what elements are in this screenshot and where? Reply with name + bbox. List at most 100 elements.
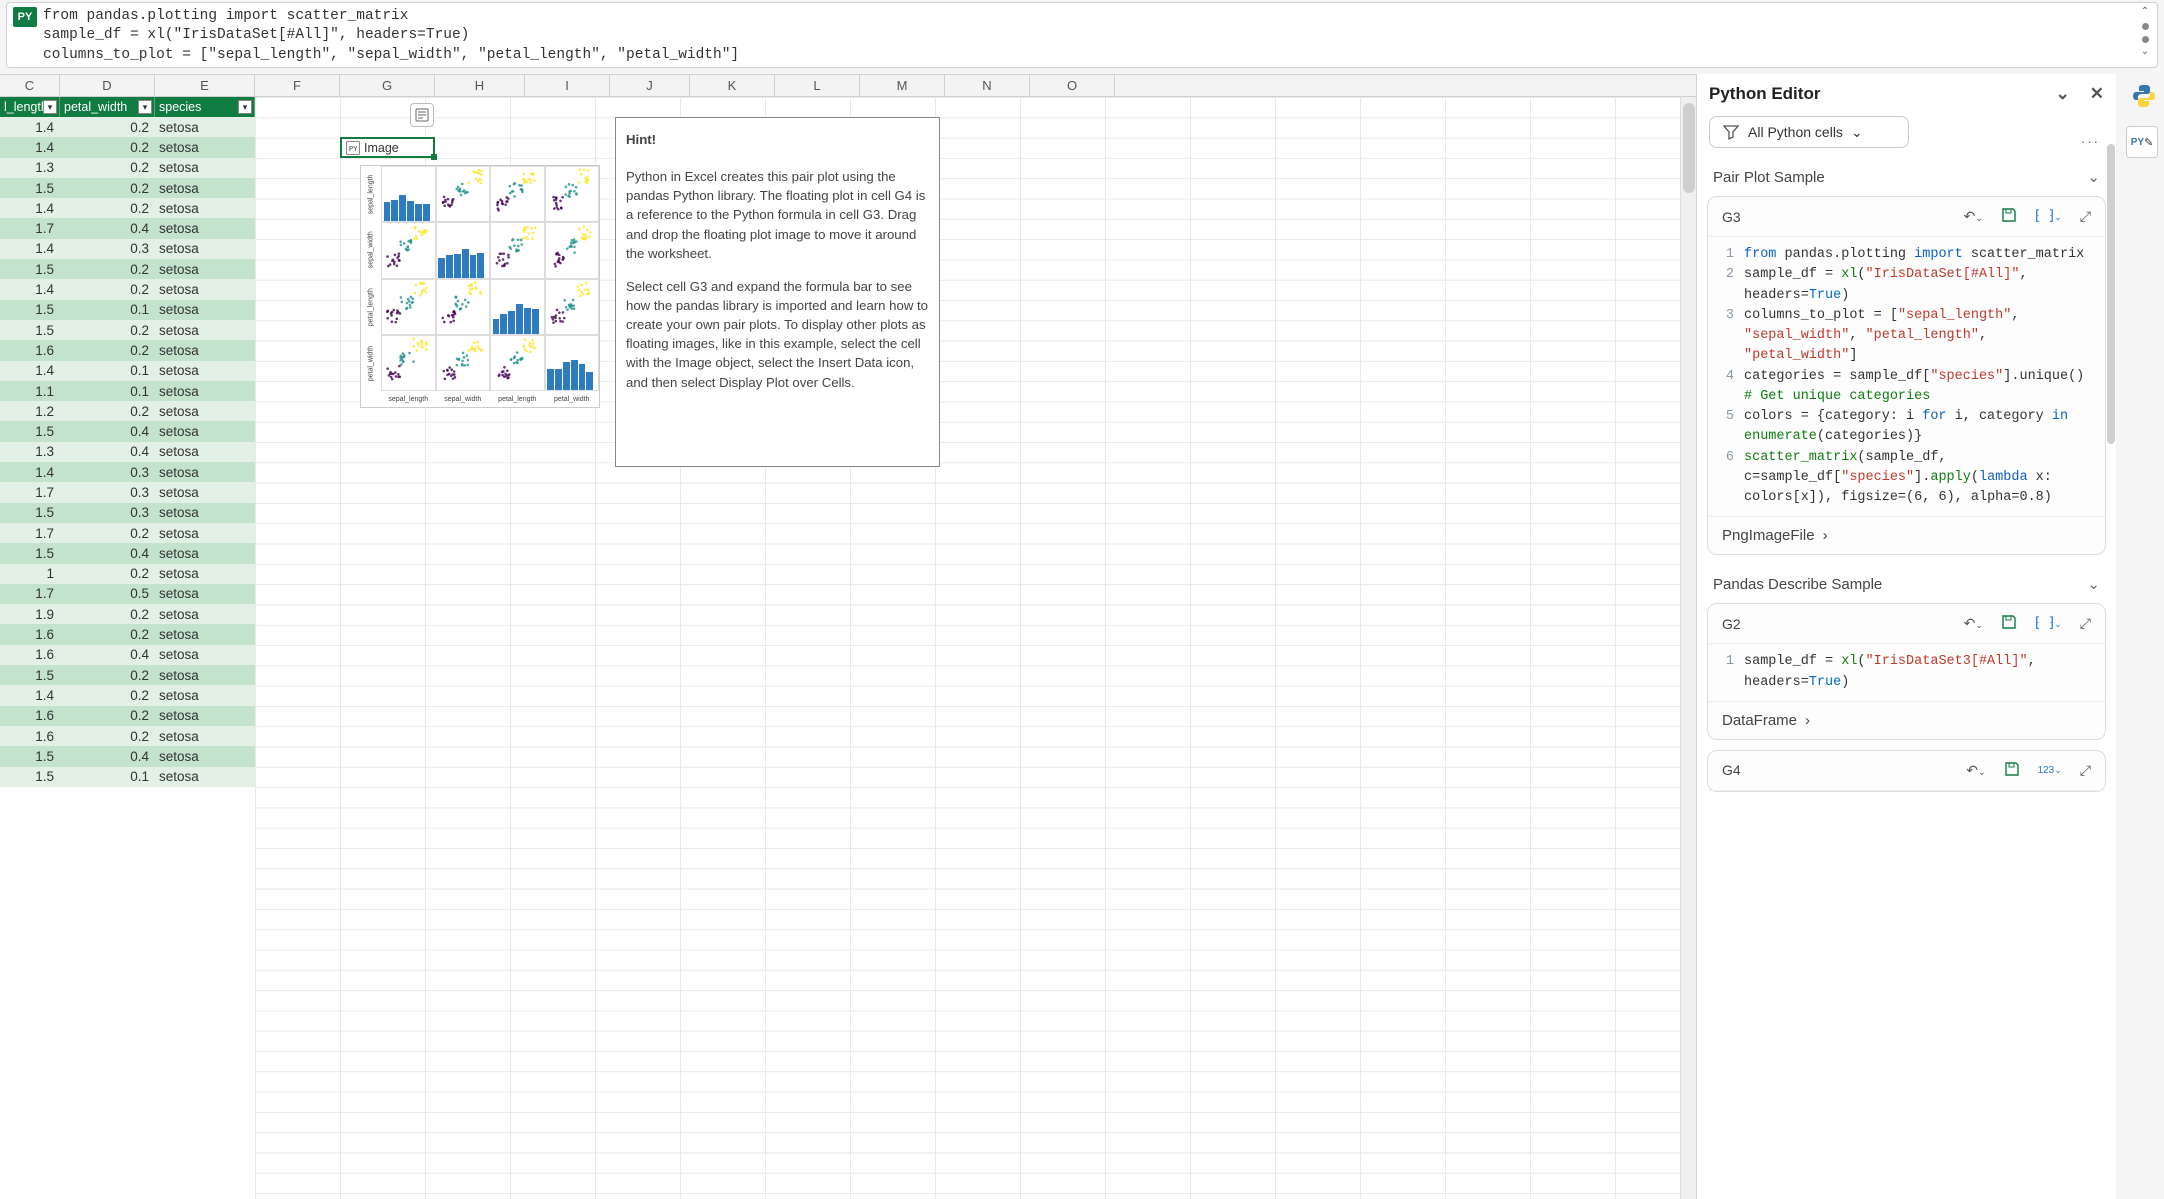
- cell-petal-length[interactable]: 1.3: [0, 158, 60, 178]
- cell-species[interactable]: setosa: [155, 604, 255, 624]
- cell-petal-width[interactable]: 0.2: [60, 624, 155, 644]
- cell-petal-width[interactable]: 0.2: [60, 604, 155, 624]
- cell-species[interactable]: setosa: [155, 767, 255, 787]
- table-row[interactable]: 1.20.2setosa: [0, 401, 255, 421]
- cell-petal-width[interactable]: 0.2: [60, 564, 155, 584]
- cell-petal-length[interactable]: 1.7: [0, 482, 60, 502]
- cell-petal-length[interactable]: 1.7: [0, 584, 60, 604]
- cell-species[interactable]: setosa: [155, 564, 255, 584]
- cell-species[interactable]: setosa: [155, 117, 255, 137]
- cell-species[interactable]: setosa: [155, 421, 255, 441]
- cell-petal-width[interactable]: 0.1: [60, 767, 155, 787]
- cell-petal-width[interactable]: 0.2: [60, 523, 155, 543]
- panel-close-icon[interactable]: ✕: [2090, 84, 2104, 104]
- undo-icon[interactable]: ↶⌄: [1966, 762, 1985, 779]
- worksheet[interactable]: CDEFGHIJKLMNO l_length▾ petal_width▾ spe…: [0, 74, 1696, 1199]
- panel-collapse-icon[interactable]: ⌄: [2056, 84, 2070, 104]
- cell-petal-width[interactable]: 0.1: [60, 361, 155, 381]
- col-head-k[interactable]: K: [690, 75, 775, 96]
- cell-petal-length[interactable]: 1.7: [0, 523, 60, 543]
- cell-petal-length[interactable]: 1.2: [0, 401, 60, 421]
- cell-species[interactable]: setosa: [155, 340, 255, 360]
- table-row[interactable]: 1.50.4setosa: [0, 746, 255, 766]
- cell-species[interactable]: setosa: [155, 685, 255, 705]
- table-row[interactable]: 1.40.2setosa: [0, 685, 255, 705]
- filter-caret-icon[interactable]: ▾: [138, 100, 152, 114]
- table-row[interactable]: 1.40.1setosa: [0, 361, 255, 381]
- output-type-icon[interactable]: ⁅ ⁆⌄: [2035, 208, 2062, 225]
- cell-petal-width[interactable]: 0.4: [60, 442, 155, 462]
- card-result-type[interactable]: DataFrame ›: [1708, 701, 2105, 739]
- cell-petal-width[interactable]: 0.2: [60, 178, 155, 198]
- cell-species[interactable]: setosa: [155, 746, 255, 766]
- table-row[interactable]: 1.40.3setosa: [0, 239, 255, 259]
- cell-species[interactable]: setosa: [155, 137, 255, 157]
- cell-petal-width[interactable]: 0.2: [60, 320, 155, 340]
- cell-species[interactable]: setosa: [155, 726, 255, 746]
- save-icon[interactable]: [2001, 614, 2017, 633]
- cell-species[interactable]: setosa: [155, 462, 255, 482]
- cell-petal-length[interactable]: 1.4: [0, 279, 60, 299]
- cell-petal-length[interactable]: 1.5: [0, 503, 60, 523]
- cell-petal-length[interactable]: 1.5: [0, 320, 60, 340]
- cell-species[interactable]: setosa: [155, 665, 255, 685]
- table-row[interactable]: 1.60.4setosa: [0, 645, 255, 665]
- cell-petal-length[interactable]: 1.5: [0, 746, 60, 766]
- col-head-d[interactable]: D: [60, 75, 155, 96]
- cell-species[interactable]: setosa: [155, 442, 255, 462]
- output-type-icon[interactable]: ⁅ ⁆⌄: [2035, 615, 2062, 632]
- cell-petal-length[interactable]: 1.5: [0, 543, 60, 563]
- table-row[interactable]: 1.60.2setosa: [0, 624, 255, 644]
- cell-species[interactable]: setosa: [155, 381, 255, 401]
- expand-icon[interactable]: ⤢: [2080, 762, 2091, 779]
- filter-caret-icon[interactable]: ▾: [43, 100, 57, 114]
- col-header-species[interactable]: species▾: [155, 97, 255, 117]
- vertical-scrollbar[interactable]: [1680, 97, 1696, 1199]
- formula-collapse-up-icon[interactable]: ⌃: [2137, 7, 2153, 19]
- col-head-o[interactable]: O: [1030, 75, 1115, 96]
- filter-dropdown[interactable]: All Python cells ⌄: [1709, 116, 1909, 148]
- save-icon[interactable]: [2001, 207, 2017, 226]
- table-row[interactable]: 1.40.2setosa: [0, 117, 255, 137]
- table-row[interactable]: 1.40.2setosa: [0, 279, 255, 299]
- cell-petal-width[interactable]: 0.1: [60, 381, 155, 401]
- panel-more-icon[interactable]: ···: [2081, 134, 2100, 149]
- cell-petal-width[interactable]: 0.2: [60, 685, 155, 705]
- section-pair-plot[interactable]: Pair Plot Sample ⌄: [1697, 158, 2116, 196]
- cell-species[interactable]: setosa: [155, 178, 255, 198]
- cell-species[interactable]: setosa: [155, 361, 255, 381]
- cell-petal-width[interactable]: 0.3: [60, 462, 155, 482]
- cell-species[interactable]: setosa: [155, 543, 255, 563]
- python-logo-icon[interactable]: [2130, 82, 2158, 110]
- cell-petal-length[interactable]: 1.1: [0, 381, 60, 401]
- cell-petal-width[interactable]: 0.2: [60, 137, 155, 157]
- floating-pair-plot[interactable]: sepal_lengthsepal_widthpetal_lengthpetal…: [360, 165, 600, 408]
- cell-petal-length[interactable]: 1.5: [0, 259, 60, 279]
- cell-species[interactable]: setosa: [155, 624, 255, 644]
- cell-species[interactable]: setosa: [155, 158, 255, 178]
- table-row[interactable]: 1.50.1setosa: [0, 767, 255, 787]
- table-row[interactable]: 1.70.3setosa: [0, 482, 255, 502]
- cell-petal-length[interactable]: 1.4: [0, 198, 60, 218]
- formula-text[interactable]: from pandas.plotting import scatter_matr…: [43, 3, 2157, 65]
- cell-species[interactable]: setosa: [155, 218, 255, 238]
- table-row[interactable]: 1.40.2setosa: [0, 137, 255, 157]
- cell-petal-length[interactable]: 1.5: [0, 767, 60, 787]
- undo-icon[interactable]: ↶⌄: [1964, 208, 1983, 225]
- col-head-j[interactable]: J: [610, 75, 690, 96]
- cell-petal-length[interactable]: 1.4: [0, 462, 60, 482]
- cell-petal-length[interactable]: 1.5: [0, 178, 60, 198]
- cell-species[interactable]: setosa: [155, 584, 255, 604]
- output-type-num-icon[interactable]: 123⌄: [2038, 765, 2062, 776]
- cell-petal-length[interactable]: 1.6: [0, 645, 60, 665]
- table-row[interactable]: 1.30.4setosa: [0, 442, 255, 462]
- cell-petal-width[interactable]: 0.2: [60, 401, 155, 421]
- col-head-i[interactable]: I: [525, 75, 610, 96]
- filter-caret-icon[interactable]: ▾: [238, 100, 252, 114]
- table-row[interactable]: 1.50.1setosa: [0, 300, 255, 320]
- col-head-c[interactable]: C: [0, 75, 60, 96]
- cell-petal-length[interactable]: 1.6: [0, 624, 60, 644]
- table-row[interactable]: 1.50.2setosa: [0, 178, 255, 198]
- cell-petal-width[interactable]: 0.4: [60, 645, 155, 665]
- cell-petal-width[interactable]: 0.2: [60, 279, 155, 299]
